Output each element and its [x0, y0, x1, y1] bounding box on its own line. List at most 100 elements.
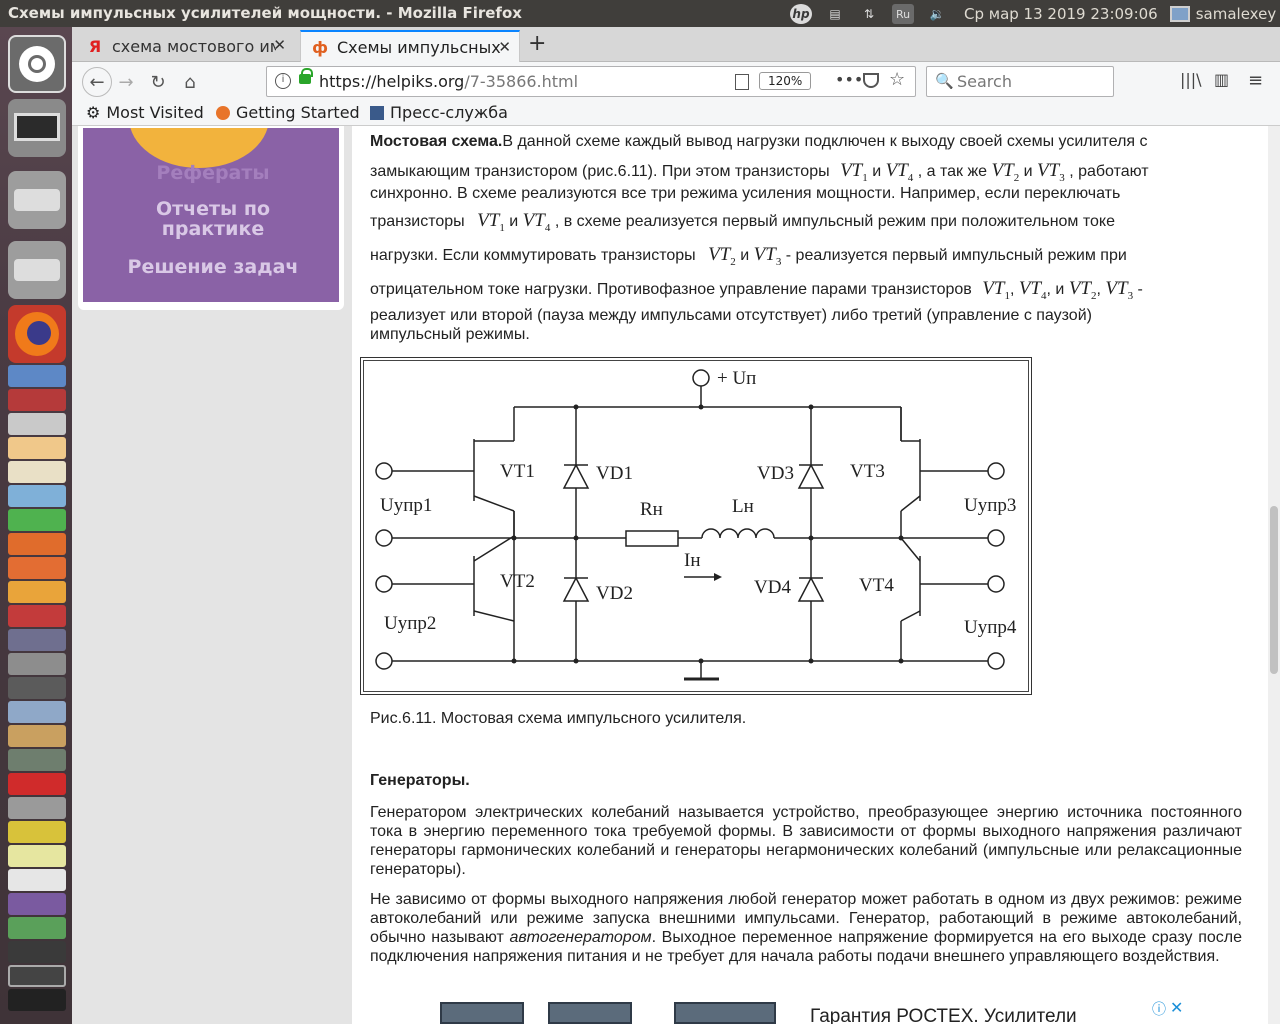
- volume-icon[interactable]: 🔉: [926, 4, 948, 24]
- formula-vt4: VT4: [523, 210, 551, 234]
- banner-item-otchety-2[interactable]: практике: [83, 218, 339, 240]
- firefox-small-icon: [216, 105, 230, 120]
- close-ad-icon[interactable]: ✕: [1170, 998, 1183, 1017]
- app-icon-14[interactable]: [8, 749, 66, 771]
- bookmark-star-icon[interactable]: ☆: [889, 69, 905, 90]
- library-icon[interactable]: |||\: [1180, 70, 1202, 89]
- keyboard-layout-indicator[interactable]: Ru: [892, 4, 914, 24]
- pocket-icon[interactable]: [863, 73, 879, 88]
- user-menu[interactable]: samalexey: [1169, 5, 1276, 23]
- page-actions-icon[interactable]: •••: [835, 70, 863, 89]
- formula-vt1: VT1: [477, 210, 505, 234]
- app-icon-1[interactable]: [8, 389, 66, 411]
- label-u2: Uупр2: [384, 613, 436, 634]
- app-icon-5[interactable]: [8, 485, 66, 507]
- search-box[interactable]: 🔍 Search: [926, 66, 1114, 97]
- arduino-icon[interactable]: [8, 797, 66, 819]
- drive-icon[interactable]: [8, 171, 66, 229]
- hp-icon[interactable]: hp: [790, 4, 812, 24]
- banner-item-zadachi[interactable]: Решение задач: [83, 256, 339, 278]
- forward-button[interactable]: →: [114, 70, 138, 94]
- bookmarks-toolbar: ⚙ Most Visited Getting Started Пресс-служ…: [72, 102, 1280, 126]
- menu-icon[interactable]: ≡: [1248, 70, 1263, 91]
- label-vd2: VD2: [596, 583, 633, 604]
- scanner-icon[interactable]: [8, 99, 66, 157]
- tab-yandex[interactable]: Я схема мостового им… ✕: [76, 30, 294, 62]
- app-icon-23[interactable]: [8, 989, 66, 1011]
- banner-item-referaty[interactable]: Рефераты: [83, 162, 339, 184]
- tab-strip: Я схема мостового им… ✕ ф Схемы импульсн…: [72, 27, 1280, 62]
- label-rn: Rн: [640, 499, 663, 520]
- banner-item-otchety[interactable]: Отчеты по: [83, 198, 339, 220]
- ubuntu-dash-icon[interactable]: [8, 35, 66, 93]
- text: В данной схеме каждый вывод нагрузки под…: [502, 133, 1148, 150]
- vt-letters: VT: [1105, 278, 1128, 299]
- window-title: Схемы импульсных усилителей мощности. - …: [8, 4, 522, 22]
- formula-vt2: VT2: [1069, 278, 1097, 302]
- page-scrollbar[interactable]: [1268, 126, 1280, 1024]
- app-icon-11[interactable]: [8, 677, 66, 699]
- home-button[interactable]: ⌂: [178, 70, 202, 94]
- app-icon-15[interactable]: [8, 773, 66, 795]
- circuit-svg: + Uп VT1 VD1 VT2 VD2 VD3 VT3 VD4 VT4 Rн …: [375, 368, 1017, 681]
- app-icon-9[interactable]: [8, 629, 66, 651]
- ad-text[interactable]: Гарантия РОСТЕХ. Усилители: [810, 1006, 1150, 1024]
- app-icon-6[interactable]: [8, 509, 66, 531]
- scrollbar-thumb[interactable]: [1270, 506, 1278, 674]
- reload-button[interactable]: ↻: [146, 70, 170, 94]
- adchoices-icon[interactable]: ⓘ: [1152, 999, 1166, 1019]
- bookmark-most-visited[interactable]: ⚙ Most Visited: [86, 103, 204, 122]
- app-icon-4[interactable]: [8, 461, 66, 483]
- drive-icon-2[interactable]: [8, 241, 66, 299]
- reader-view-icon[interactable]: [735, 74, 749, 90]
- app-icon-17[interactable]: [8, 845, 66, 867]
- app-icon-8[interactable]: [8, 605, 66, 627]
- ad-product-image-3[interactable]: [674, 1002, 776, 1024]
- tab-helpiks[interactable]: ф Схемы импульсных … ✕: [300, 30, 520, 62]
- chromium-icon[interactable]: [8, 365, 66, 387]
- url-text[interactable]: https://helpiks.org/7-35866.html: [319, 72, 578, 91]
- app-icon-16[interactable]: [8, 821, 66, 843]
- firefox-icon[interactable]: [8, 305, 66, 363]
- clipboard-icon[interactable]: ▤: [824, 4, 846, 24]
- app-icon-22[interactable]: [8, 965, 66, 987]
- url-bar[interactable]: i https://helpiks.org/7-35866.html 120% …: [266, 66, 916, 97]
- label-vd3: VD3: [757, 463, 794, 484]
- sidebar-toggle-icon[interactable]: ▥: [1214, 70, 1229, 89]
- app-icon-2[interactable]: [8, 413, 66, 435]
- amazon-icon[interactable]: [8, 581, 66, 603]
- lock-icon[interactable]: [299, 68, 313, 84]
- close-tab-icon[interactable]: ✕: [498, 38, 511, 56]
- navigation-toolbar: ← → ↻ ⌂ i https://helpiks.org/7-35866.ht…: [72, 62, 1280, 102]
- software-center-icon[interactable]: [8, 557, 66, 579]
- close-tab-icon[interactable]: ✕: [273, 36, 286, 54]
- app-icon-20[interactable]: [8, 917, 66, 939]
- gear-icon: ⚙: [86, 103, 101, 122]
- paragraph-generators-1: Генератором электрических колебаний назы…: [370, 804, 1242, 878]
- back-button[interactable]: ←: [82, 67, 112, 97]
- app-icon-21[interactable]: [8, 941, 66, 963]
- app-icon-18[interactable]: [8, 869, 66, 891]
- text: транзисторы: [370, 213, 465, 230]
- diagram-frame: + Uп VT1 VD1 VT2 VD2 VD3 VT3 VD4 VT4 Rн …: [363, 360, 1029, 692]
- bookmark-press[interactable]: Пресс-служба: [370, 103, 508, 122]
- network-icon[interactable]: ⇅: [858, 4, 880, 24]
- app-icon-19[interactable]: [8, 893, 66, 915]
- app-icon-12[interactable]: [8, 701, 66, 723]
- new-tab-button[interactable]: +: [528, 31, 546, 56]
- vt-letters: VT: [753, 244, 776, 265]
- search-icon: 🔍: [935, 72, 954, 90]
- app-icon-10[interactable]: [8, 653, 66, 675]
- label-u1: Uупр1: [380, 495, 432, 516]
- info-icon[interactable]: i: [275, 73, 291, 89]
- sidebar-banner[interactable]: Рефераты Отчеты по практике Решение зада…: [81, 126, 341, 304]
- app-icon-13[interactable]: [8, 725, 66, 747]
- app-icon-7[interactable]: [8, 533, 66, 555]
- app-icon-3[interactable]: [8, 437, 66, 459]
- ad-product-image-2[interactable]: [548, 1002, 632, 1024]
- bookmark-getting-started[interactable]: Getting Started: [216, 103, 360, 122]
- zoom-indicator[interactable]: 120%: [759, 72, 812, 90]
- ad-product-image-1[interactable]: [440, 1002, 524, 1024]
- clock[interactable]: Ср мар 13 2019 23:09:06: [964, 5, 1158, 23]
- label-vt3: VT3: [850, 461, 885, 482]
